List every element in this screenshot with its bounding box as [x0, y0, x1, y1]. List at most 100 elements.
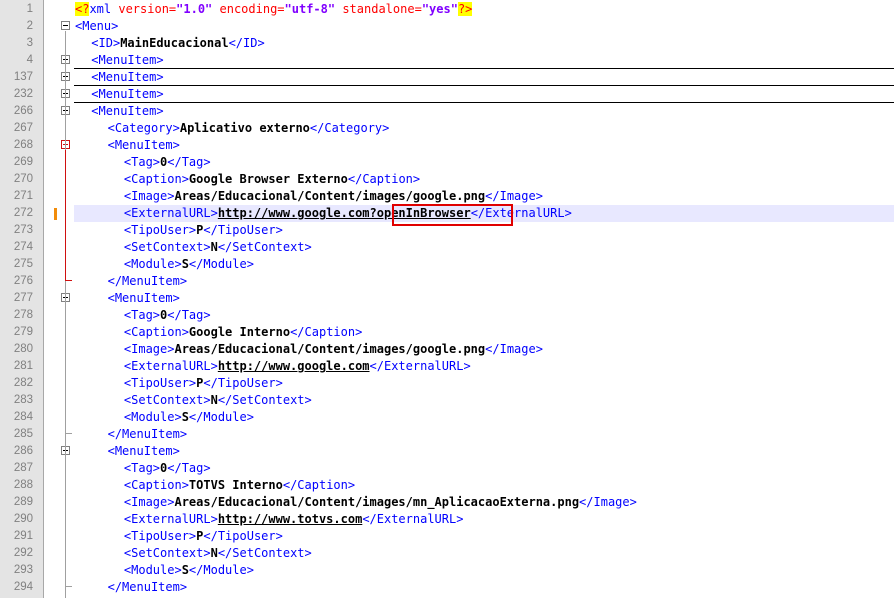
- code-token: encoding=: [212, 2, 285, 16]
- code-token: TOTVS Interno: [188, 478, 283, 492]
- code-line[interactable]: 282 <TipoUser>P</TipoUser>: [0, 375, 894, 392]
- code-line[interactable]: 278 <Tag>0</Tag>: [0, 307, 894, 324]
- line-number: 294: [13, 581, 33, 593]
- code-token: <SetContext>: [123, 546, 211, 560]
- code-line[interactable]: 4 <MenuItem>: [0, 52, 894, 69]
- code-text: <MenuItem>: [91, 86, 163, 103]
- code-token: </SetContext>: [217, 546, 312, 560]
- code-text: <Image>Areas/Educacional/Content/images/…: [124, 341, 543, 358]
- code-token: <Caption>: [123, 325, 189, 339]
- code-token: </Caption>: [282, 478, 356, 492]
- code-line[interactable]: 270 <Caption>Google Browser Externo</Capt…: [0, 171, 894, 188]
- code-line[interactable]: 294 </MenuItem>: [0, 579, 894, 596]
- code-line[interactable]: 285 </MenuItem>: [0, 426, 894, 443]
- code-token: </Image>: [485, 189, 543, 203]
- code-text: <TipoUser>P</TipoUser>: [124, 528, 283, 545]
- line-number: 275: [13, 258, 33, 270]
- code-token: N: [210, 546, 218, 560]
- code-text: <Caption>Google Interno</Caption>: [124, 324, 362, 341]
- code-token: <Tag>: [123, 461, 161, 475]
- line-number: 293: [13, 564, 33, 576]
- code-line[interactable]: 137 <MenuItem>: [0, 69, 894, 86]
- code-line[interactable]: 269 <Tag>0</Tag>: [0, 154, 894, 171]
- code-token: </MenuItem>: [107, 427, 188, 441]
- code-line[interactable]: 280 <Image>Areas/Educacional/Content/imag…: [0, 341, 894, 358]
- code-token: </Tag>: [167, 461, 211, 475]
- code-text: </MenuItem>: [108, 273, 187, 290]
- code-token: xml: [89, 2, 119, 16]
- code-token: </TipoUser>: [203, 529, 283, 543]
- code-token: N: [210, 240, 218, 254]
- code-line[interactable]: 1 <?xml version="1.0" encoding="utf-8" st…: [0, 1, 894, 18]
- code-token: <ExternalURL>: [123, 206, 218, 220]
- code-line[interactable]: 279 <Caption>Google Interno</Caption>: [0, 324, 894, 341]
- code-text: </MenuItem>: [108, 426, 187, 443]
- code-token: <Menu>: [75, 19, 119, 33]
- code-token: <MenuItem>: [91, 70, 164, 84]
- code-line[interactable]: 284 <Module>S</Module>: [0, 409, 894, 426]
- line-number: 137: [13, 71, 33, 83]
- code-token: S: [181, 563, 189, 577]
- code-line[interactable]: 289 <Image>Areas/Educacional/Content/imag…: [0, 494, 894, 511]
- code-line[interactable]: 292 <SetContext>N</SetContext>: [0, 545, 894, 562]
- code-line[interactable]: 267 <Category>Aplicativo externo</Categor…: [0, 120, 894, 137]
- code-token: "1.0": [176, 2, 213, 16]
- code-text: <ExternalURL>http://www.totvs.com</Exter…: [124, 511, 464, 528]
- code-token: Areas/Educacional/Content/images/google.…: [174, 342, 486, 356]
- fold-guide-line: [65, 150, 66, 281]
- code-line[interactable]: 283 <SetContext>N</SetContext>: [0, 392, 894, 409]
- code-token: <Category>: [107, 121, 180, 135]
- code-token: <Caption>: [123, 172, 189, 186]
- code-text: <Caption>Google Browser Externo</Caption…: [124, 171, 420, 188]
- code-line[interactable]: 266 <MenuItem>: [0, 103, 894, 120]
- code-token: <MenuItem>: [91, 87, 164, 101]
- code-token: S: [181, 410, 189, 424]
- collapsed-fold-line: [74, 102, 894, 103]
- line-number: 277: [13, 292, 33, 304]
- code-line[interactable]: 3 <ID>MainEducacional</ID>: [0, 35, 894, 52]
- code-token: </Tag>: [167, 308, 211, 322]
- code-token: </SetContext>: [217, 240, 312, 254]
- code-line[interactable]: 277 <MenuItem>: [0, 290, 894, 307]
- code-token: Google Browser Externo: [188, 172, 348, 186]
- code-token: <Image>: [123, 189, 175, 203]
- code-line[interactable]: 286 <MenuItem>: [0, 443, 894, 460]
- fold-collapse-icon[interactable]: [61, 21, 70, 30]
- code-line[interactable]: 293 <Module>S</Module>: [0, 562, 894, 579]
- code-token: "utf-8": [284, 2, 336, 16]
- code-text: <MenuItem>: [91, 69, 163, 86]
- xml-code-editor[interactable]: 1 <?xml version="1.0" encoding="utf-8" st…: [0, 0, 894, 598]
- code-text: <ID>MainEducacional</ID>: [91, 35, 264, 52]
- code-token: <Image>: [123, 342, 175, 356]
- code-line[interactable]: 271 <Image>Areas/Educacional/Content/imag…: [0, 188, 894, 205]
- code-line[interactable]: 232 <MenuItem>: [0, 86, 894, 103]
- code-token: <SetContext>: [123, 393, 211, 407]
- code-line[interactable]: 268 <MenuItem>: [0, 137, 894, 154]
- code-token: </Module>: [188, 410, 254, 424]
- code-line[interactable]: 288 <Caption>TOTVS Interno</Caption>: [0, 477, 894, 494]
- code-line[interactable]: 275 <Module>S</Module>: [0, 256, 894, 273]
- code-text: <Module>S</Module>: [124, 256, 254, 273]
- code-line[interactable]: 274 <SetContext>N</SetContext>: [0, 239, 894, 256]
- code-line[interactable]: 290 <ExternalURL>http://www.totvs.com</Ex…: [0, 511, 894, 528]
- code-token: </Caption>: [347, 172, 421, 186]
- code-line[interactable]: 287 <Tag>0</Tag>: [0, 460, 894, 477]
- line-number: 287: [13, 462, 33, 474]
- fold-guide-line: [65, 31, 66, 598]
- code-line[interactable]: 2 <Menu>: [0, 18, 894, 35]
- code-line[interactable]: 281 <ExternalURL>http://www.google.com</E…: [0, 358, 894, 375]
- code-token: <TipoUser>: [123, 529, 197, 543]
- code-text: <Category>Aplicativo externo</Category>: [108, 120, 390, 137]
- code-text: <SetContext>N</SetContext>: [124, 239, 312, 256]
- code-token: "yes": [421, 2, 458, 16]
- code-line[interactable]: 291 <TipoUser>P</TipoUser>: [0, 528, 894, 545]
- code-text: <Caption>TOTVS Interno</Caption>: [124, 477, 355, 494]
- fold-end-icon: [65, 280, 72, 281]
- code-token: <Module>: [123, 563, 182, 577]
- code-text: <Module>S</Module>: [124, 562, 254, 579]
- code-text: <Tag>0</Tag>: [124, 154, 211, 171]
- url-link[interactable]: http://www.totvs.com: [218, 512, 363, 526]
- code-line[interactable]: 276 </MenuItem>: [0, 273, 894, 290]
- url-link[interactable]: http://www.google.com: [218, 359, 370, 373]
- code-token: <Tag>: [123, 155, 161, 169]
